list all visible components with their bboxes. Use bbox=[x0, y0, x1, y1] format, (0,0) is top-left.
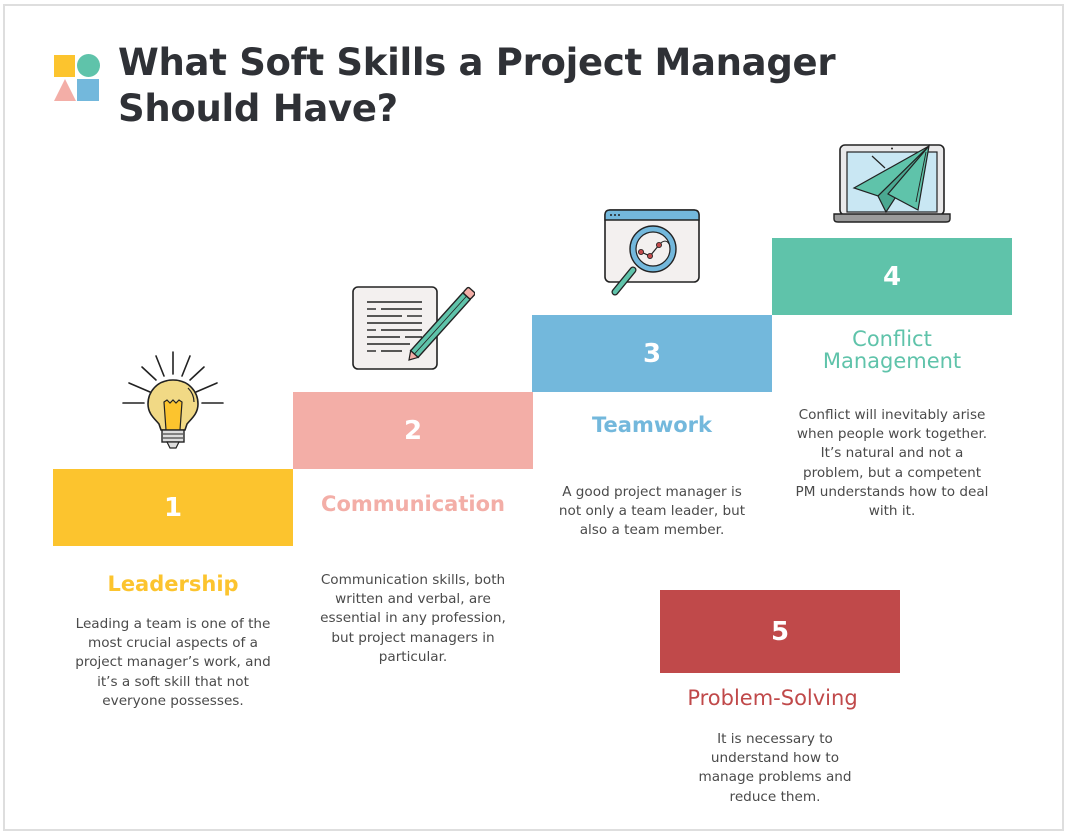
step-5-number: 5 bbox=[770, 616, 790, 647]
leadership-heading: Leadership bbox=[107, 572, 239, 596]
step-1-number: 1 bbox=[163, 492, 183, 523]
step-2-number: 2 bbox=[403, 415, 423, 446]
step-1-block: 1 bbox=[53, 469, 293, 546]
logo-teal-circle bbox=[77, 54, 100, 77]
step-2-block: 2 bbox=[293, 392, 533, 469]
document-pencil-icon bbox=[352, 286, 475, 370]
problem-solving-heading: Problem-Solving bbox=[687, 686, 858, 710]
logo-yellow-square bbox=[54, 55, 75, 77]
communication-description: Communication skills, both written and v… bbox=[320, 572, 506, 665]
step-4-number: 4 bbox=[882, 261, 902, 292]
teamwork-heading: Teamwork bbox=[592, 413, 712, 437]
page-title: What Soft Skills a Project Manager Shoul… bbox=[118, 41, 836, 130]
browser-magnifier-icon bbox=[604, 209, 700, 296]
logo-pink-triangle bbox=[54, 79, 76, 101]
step-3-block: 3 bbox=[532, 315, 772, 392]
logo-blue-square bbox=[77, 79, 99, 101]
laptop-paper-plane-icon bbox=[833, 143, 951, 223]
leadership-description: Leading a team is one of the most crucia… bbox=[75, 616, 271, 709]
logo-shapes-icon bbox=[54, 54, 100, 101]
step-3-number: 3 bbox=[642, 338, 662, 369]
teamwork-description: A good project manager is not only a tea… bbox=[558, 484, 746, 539]
problem-solving-description: It is necessary to understand how to man… bbox=[698, 731, 852, 805]
lightbulb-icon bbox=[122, 351, 224, 449]
step-4-block: 4 bbox=[772, 238, 1012, 315]
communication-heading: Communication bbox=[321, 492, 505, 516]
conflict-management-description: Conflict will inevitably arise when peop… bbox=[795, 407, 989, 520]
conflict-management-heading: Conflict Management bbox=[822, 327, 962, 373]
step-5-block: 5 bbox=[660, 590, 900, 673]
